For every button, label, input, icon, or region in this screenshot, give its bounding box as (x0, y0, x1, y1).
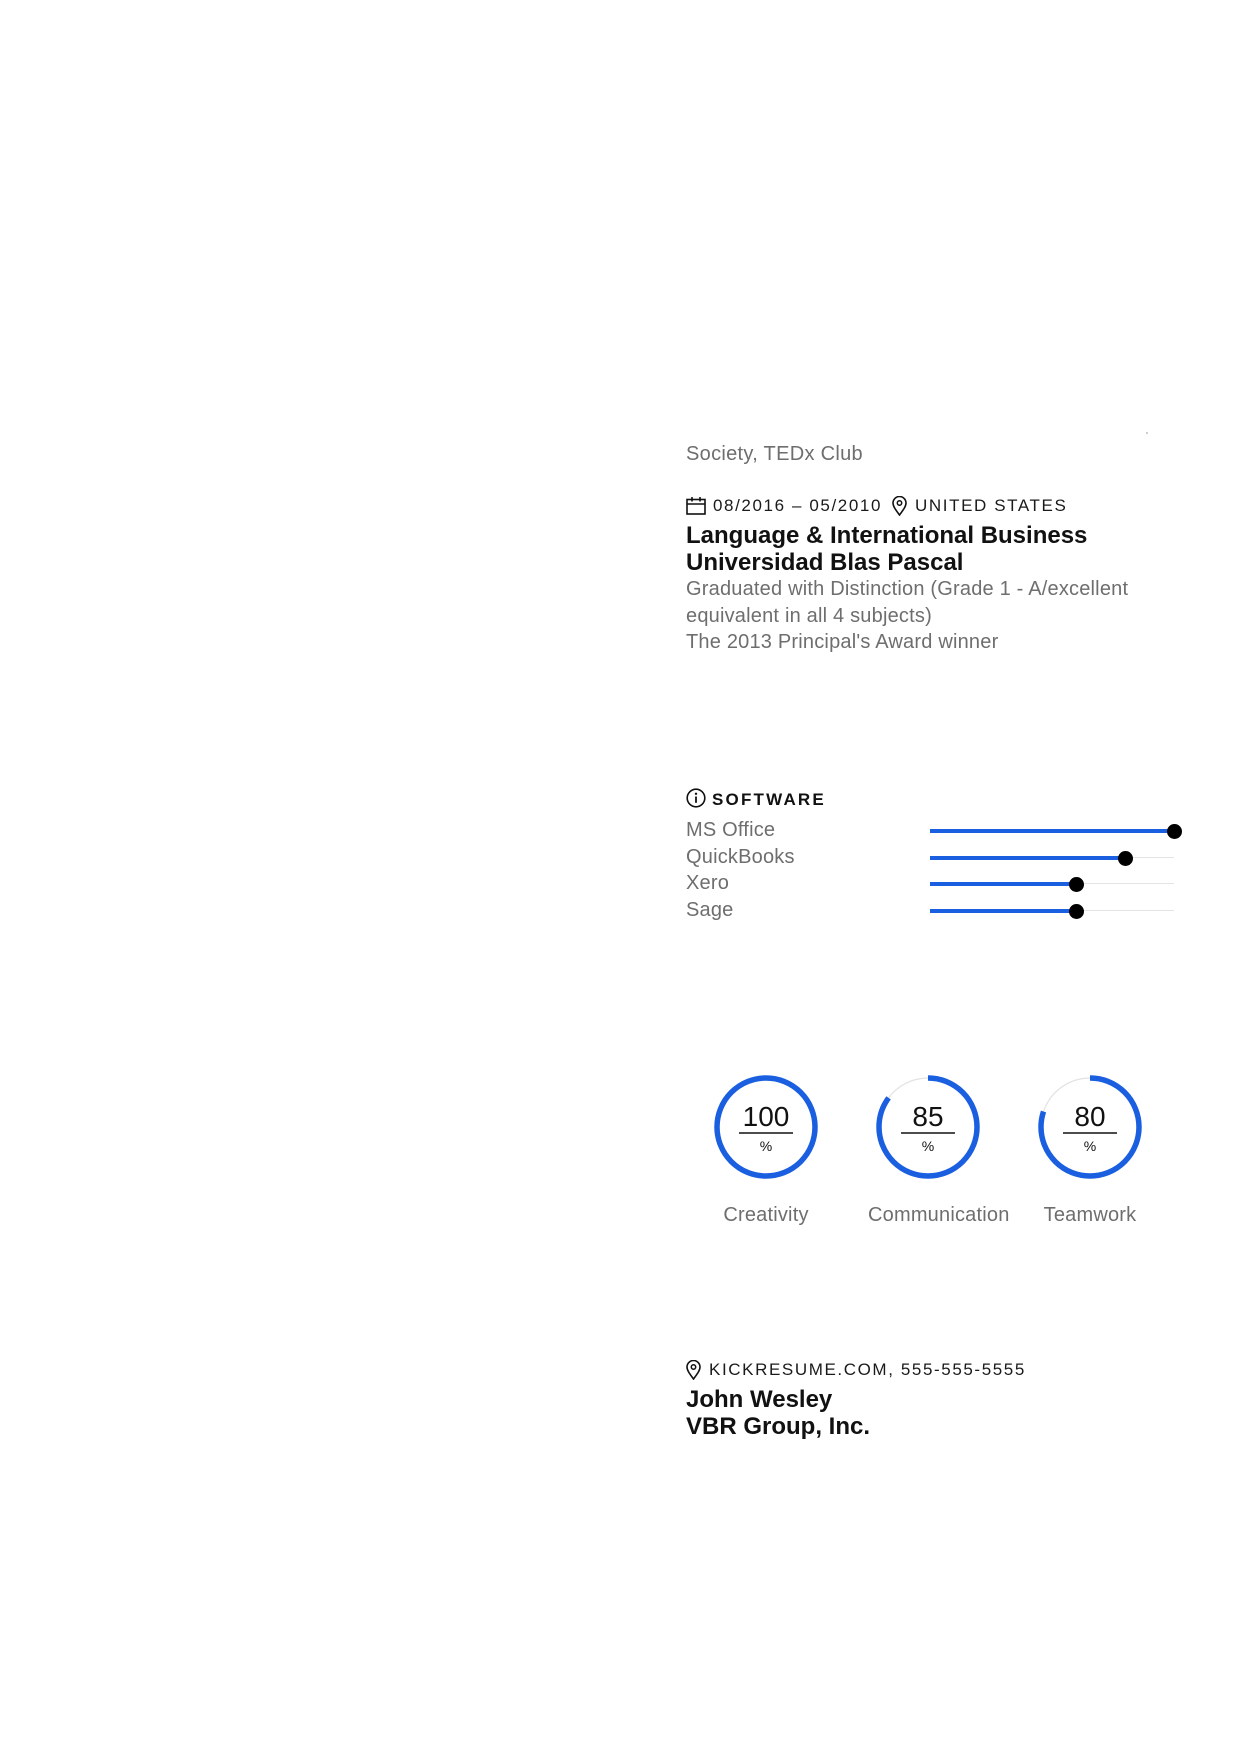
software-item-label: QuickBooks (686, 845, 795, 868)
software-level-fill (930, 829, 1174, 833)
education-description: Graduated with Distinction (Grade 1 - A/… (686, 576, 1174, 656)
calendar-icon (686, 497, 706, 515)
reference-name: John Wesley (686, 1386, 833, 1413)
reference-meta: KICKRESUME.COM, 555-555-5555 (686, 1358, 1174, 1382)
education-line: The 2013 Principal's Award winner (686, 631, 999, 653)
location-pin-icon (892, 496, 907, 516)
skill-label: Teamwork (1043, 1204, 1137, 1226)
software-level-fill (930, 908, 1077, 913)
software-level-knob (1068, 877, 1084, 892)
skill-label: Creativity (723, 1204, 809, 1226)
education-meta: 08/2016 – 05/2010 UNITED STATES (686, 494, 1174, 518)
software-item: MS Office (686, 817, 1182, 843)
software-level-knob (1166, 824, 1182, 839)
info-icon (686, 787, 706, 813)
skill-unit: % (760, 1138, 772, 1154)
education-line: equivalent in all 4 subjects) (686, 604, 932, 627)
software-level-fill (930, 855, 1126, 860)
software-heading: SOFTWARE (686, 787, 1174, 813)
education-degree: Language & International Business (686, 522, 1088, 549)
software-level-track (930, 824, 1182, 839)
skill-unit: % (1084, 1138, 1096, 1154)
location-pin-icon (686, 1360, 701, 1380)
software-item: Xero (686, 870, 1174, 896)
skill-value: 85 (912, 1101, 943, 1132)
skill-label: Communication (868, 1204, 1010, 1226)
software-level-knob (1117, 850, 1133, 866)
education-line: Graduated with Distinction (Grade 1 - A/… (686, 578, 1129, 600)
education-school: Universidad Blas Pascal (686, 549, 964, 576)
education-entry: 08/2016 – 05/2010 UNITED STATES Language… (686, 494, 1174, 656)
reference-contact: KICKRESUME.COM, 555-555-5555 (709, 1360, 1026, 1379)
software-item: QuickBooks (686, 844, 1174, 870)
software-item: Sage (686, 897, 1174, 923)
software-level-track (930, 903, 1174, 919)
software-level-track (930, 850, 1174, 866)
skill-ring: 80% Teamwork (1030, 1072, 1150, 1227)
software-level-track (930, 877, 1174, 892)
skill-ring: 85% Communication (868, 1072, 1010, 1227)
skill-ring-graphic: 85% (876, 1075, 980, 1179)
software-item-label: Xero (686, 872, 730, 894)
skill-ring-graphic: 100% (714, 1075, 818, 1179)
skill-value: 80 (1074, 1101, 1105, 1132)
education-location: UNITED STATES (915, 496, 1068, 515)
software-heading-label: SOFTWARE (712, 790, 826, 809)
software-item-label: Sage (686, 898, 734, 921)
software-level-knob (1068, 903, 1084, 919)
skill-unit: % (922, 1138, 934, 1154)
stray-dot (1146, 432, 1148, 434)
education-dates: 08/2016 – 05/2010 (713, 496, 883, 515)
activities-tail: Society, TEDx Club (686, 443, 863, 465)
software-section: SOFTWARE MS Office QuickBooks Xero Sage (686, 787, 1182, 928)
reference-company: VBR Group, Inc. (686, 1413, 871, 1440)
skill-ring-graphic: 80% (1038, 1075, 1142, 1179)
software-level-fill (930, 882, 1077, 886)
skill-ring: 100% Creativity (706, 1072, 826, 1227)
reference-entry: KICKRESUME.COM, 555-555-5555 John Wesley… (686, 1358, 1174, 1440)
software-item-label: MS Office (686, 819, 776, 841)
skill-value: 100 (743, 1101, 790, 1132)
